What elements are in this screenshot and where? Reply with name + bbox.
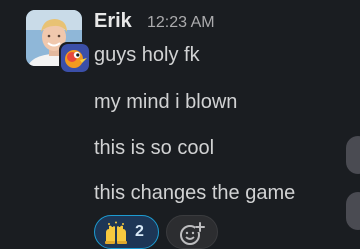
app-badge-icon [59,42,91,74]
reaction-raised-hands-button[interactable]: 2 [94,215,159,249]
message-timestamp[interactable]: 12:23 AM [147,14,215,32]
message-line: guys holy fk [94,44,200,66]
add-reaction-button[interactable] [166,215,218,249]
reaction-count: 2 [135,223,144,240]
raised-hands-icon [105,221,127,244]
side-panel-tab[interactable] [346,136,360,174]
message-line: this is so cool [94,137,215,159]
message-line: my mind i blown [94,91,238,113]
sender-name[interactable]: Erik [94,10,132,33]
add-emoji-icon [180,222,205,245]
side-panel-tab[interactable] [346,192,360,230]
message-line: this changes the game [94,182,296,204]
